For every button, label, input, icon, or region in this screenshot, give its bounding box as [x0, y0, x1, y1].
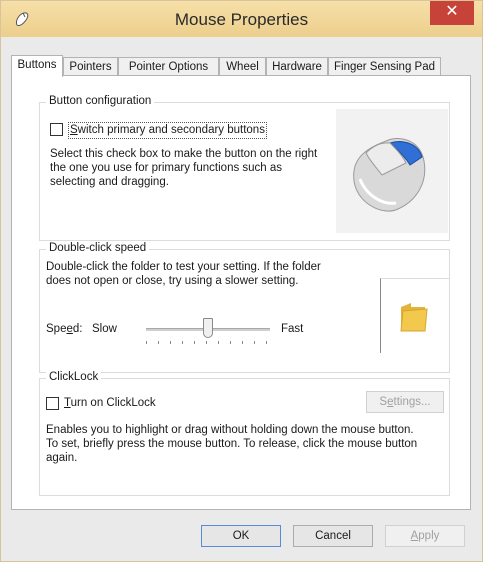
close-icon: ✕: [445, 3, 459, 20]
tab-pointers[interactable]: Pointers: [63, 57, 118, 76]
double-click-speed-group: Double-click speed Double-click the fold…: [39, 242, 450, 373]
switch-buttons-description: Select this check box to make the button…: [50, 148, 318, 188]
tab-pointer-options[interactable]: Pointer Options: [118, 57, 219, 76]
mouse-illustration: [336, 109, 448, 233]
switch-buttons-label[interactable]: Switch primary and secondary buttons: [68, 122, 267, 139]
slider-ticks: [146, 341, 270, 344]
button-configuration-group: Button configuration Switch primary and …: [39, 95, 450, 241]
apply-button[interactable]: Apply: [385, 525, 465, 547]
slow-label: Slow: [92, 323, 117, 335]
clicklock-settings-button[interactable]: Settings...: [366, 391, 444, 413]
clicklock-group: ClickLock Turn on ClickLock Settings... …: [39, 371, 450, 496]
clicklock-legend: ClickLock: [46, 371, 102, 383]
tab-buttons[interactable]: Buttons: [11, 55, 63, 77]
clicklock-checkbox[interactable]: [46, 397, 59, 410]
slider-thumb[interactable]: [203, 318, 213, 338]
close-button[interactable]: ✕: [430, 1, 474, 25]
tab-finger-sensing-pad[interactable]: Finger Sensing Pad: [328, 57, 441, 76]
folder-icon: [400, 303, 428, 332]
window-title: Mouse Properties: [174, 10, 309, 29]
cancel-button[interactable]: Cancel: [293, 525, 373, 547]
double-click-speed-legend: Double-click speed: [46, 242, 150, 254]
double-click-description: Double-click the folder to test your set…: [46, 261, 321, 287]
clicklock-label[interactable]: Turn on ClickLock: [64, 396, 156, 411]
tab-hardware[interactable]: Hardware: [266, 57, 328, 76]
button-configuration-legend: Button configuration: [46, 95, 155, 107]
switch-buttons-checkbox[interactable]: [50, 123, 63, 136]
buttons-tab-panel: Button configuration Switch primary and …: [11, 75, 471, 510]
mouse-properties-window: Mouse Properties ✕ Buttons Pointers Poin…: [0, 0, 483, 562]
tab-wheel[interactable]: Wheel: [219, 57, 266, 76]
clicklock-description: Enables you to highlight or drag without…: [46, 424, 418, 464]
speed-label: Speed:: [46, 323, 83, 335]
ok-button[interactable]: OK: [201, 525, 281, 547]
title-bar[interactable]: Mouse Properties ✕: [1, 1, 482, 37]
speed-slider[interactable]: [146, 318, 270, 344]
folder-test-area[interactable]: [380, 278, 449, 353]
fast-label: Fast: [281, 323, 304, 335]
